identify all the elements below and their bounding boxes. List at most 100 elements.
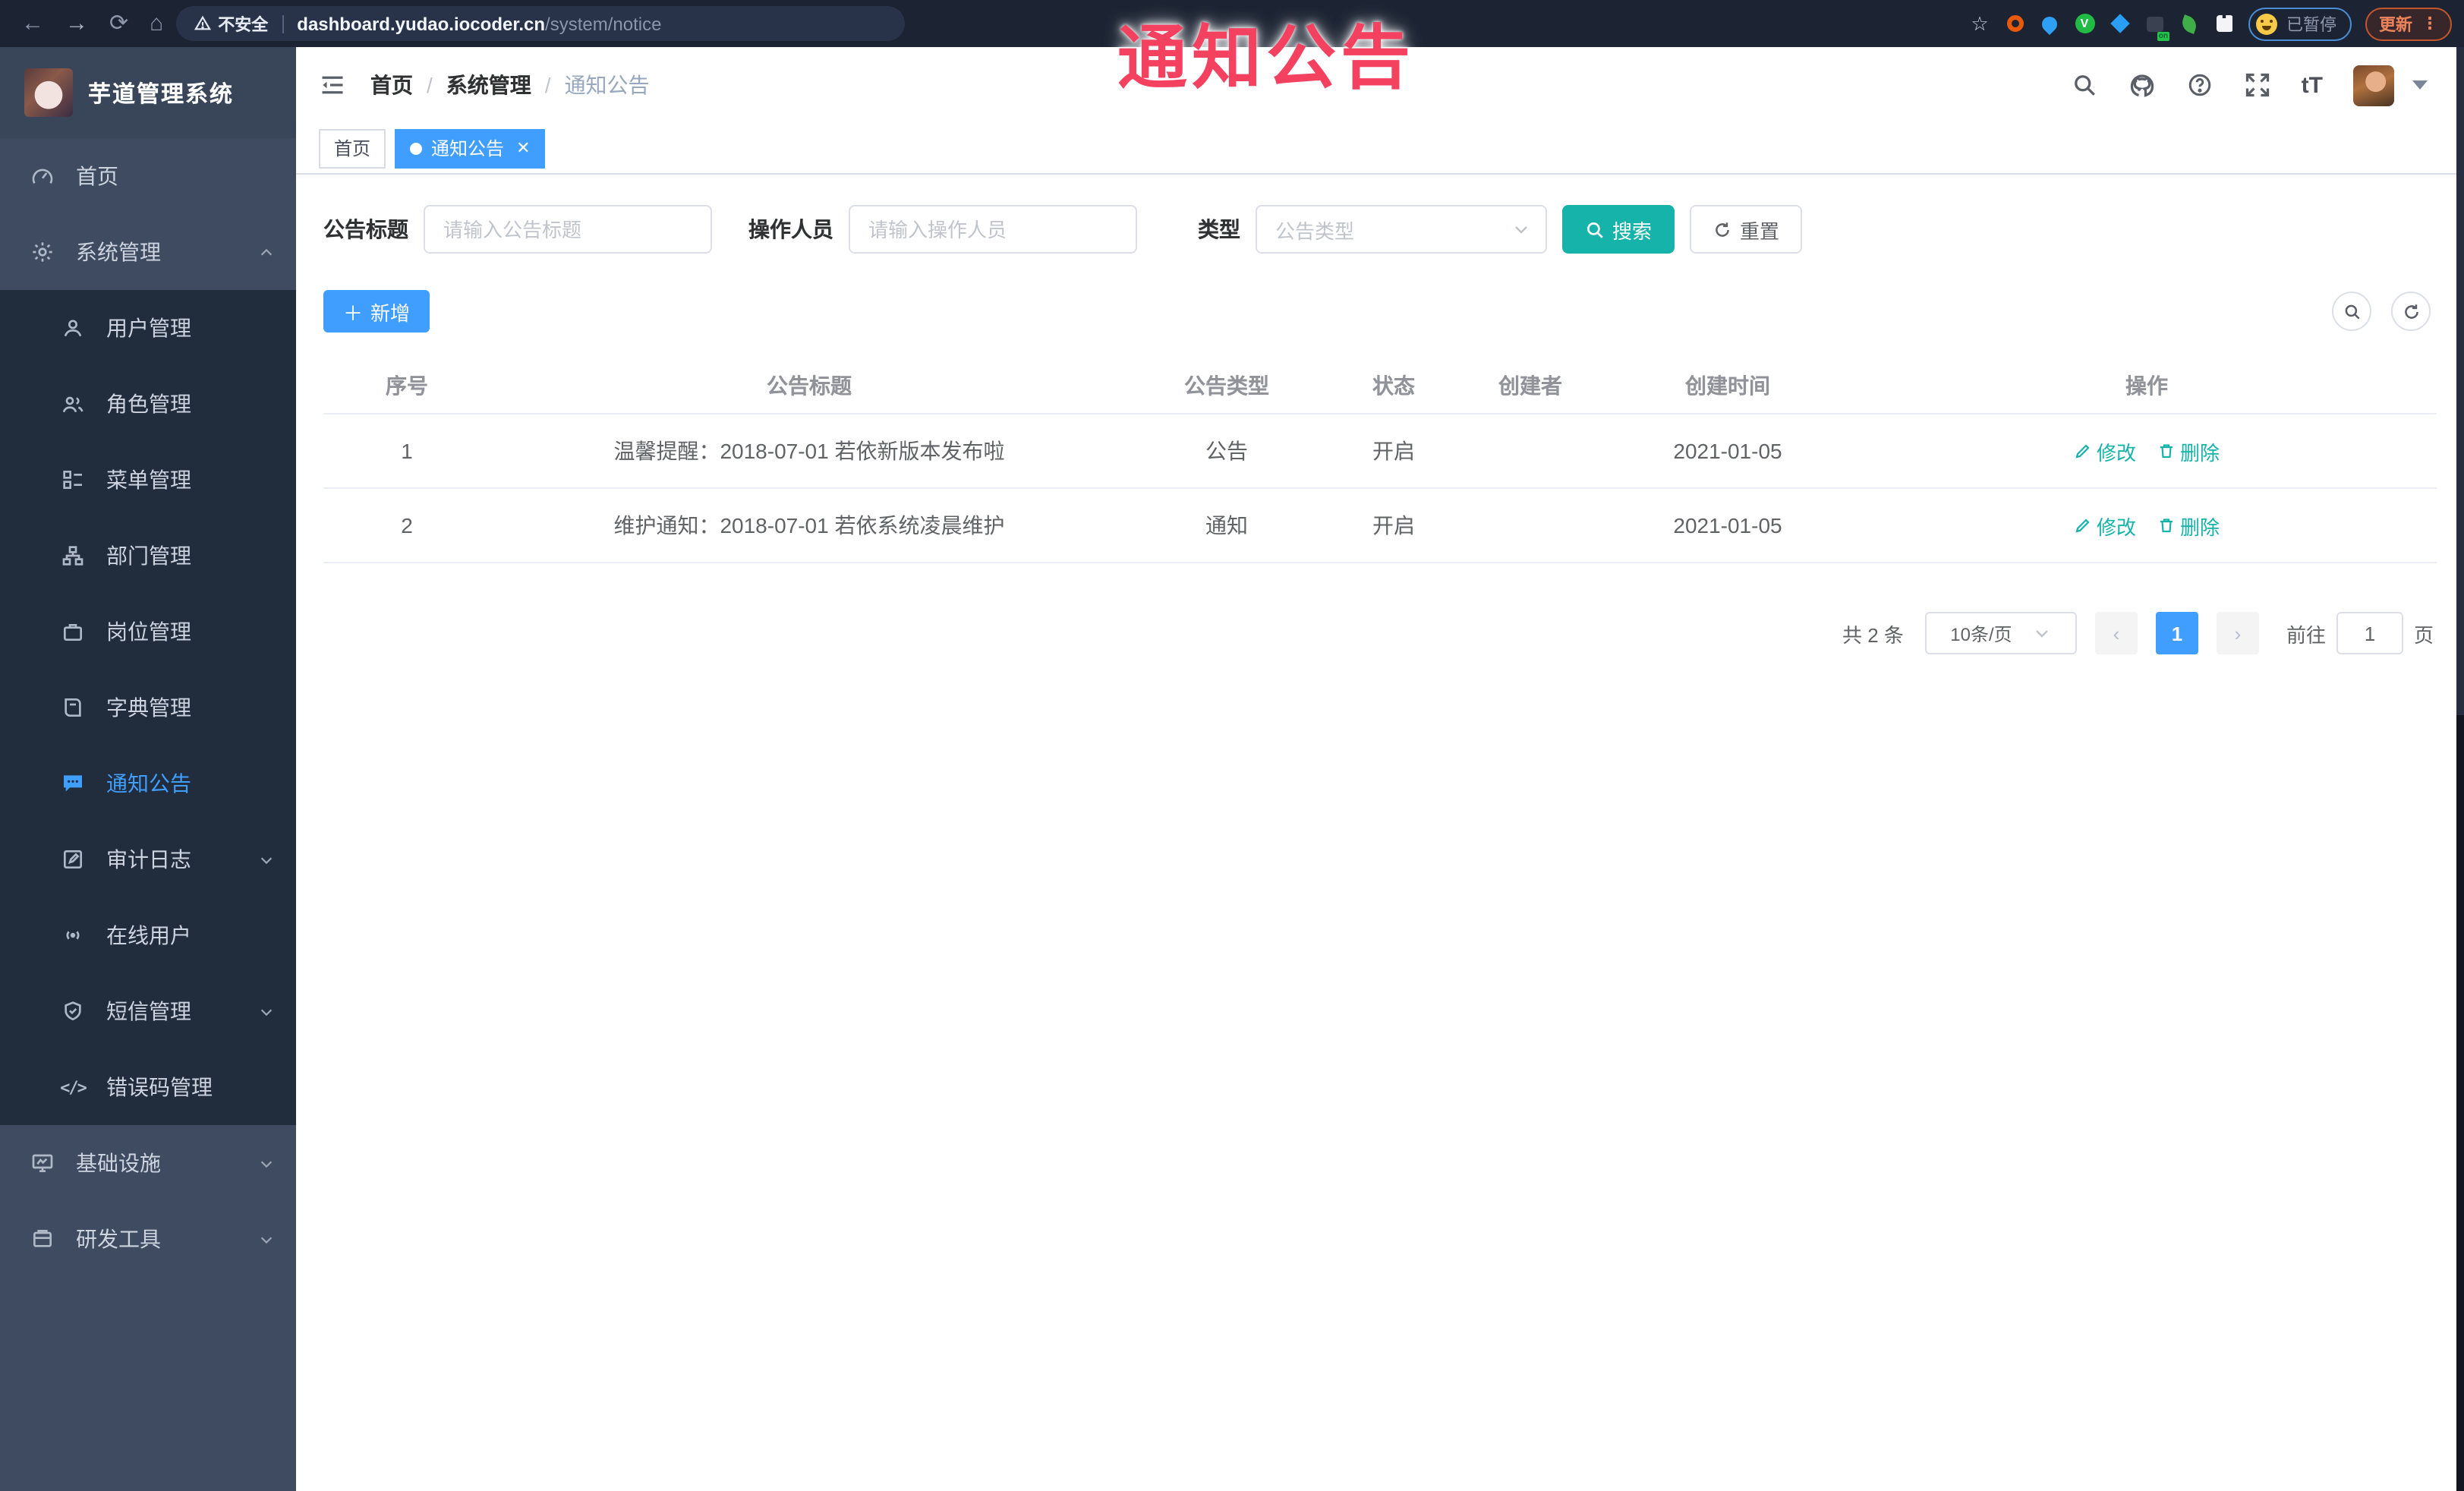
table-row[interactable]: 2 维护通知：2018-07-01 若依系统凌晨维护 通知 开启 2021-01… — [323, 489, 2437, 563]
sidebar-item-dict-mgmt[interactable]: 字典管理 — [0, 670, 296, 746]
font-size-icon[interactable]: tT — [2302, 72, 2323, 98]
annotation-overlay-text: 通知公告 — [1117, 18, 1415, 97]
sidebar-logo[interactable]: 芋道管理系统 — [0, 47, 296, 138]
sidebar-item-errcode-mgmt[interactable]: </> 错误码管理 — [0, 1049, 296, 1125]
plus-icon: ＋ — [343, 301, 364, 324]
sidebar-item-sms-mgmt[interactable]: 短信管理 — [0, 973, 296, 1049]
profile-paused-badge[interactable]: 已暂停 — [2248, 7, 2352, 40]
extension-drop-icon[interactable] — [2038, 12, 2061, 35]
extensions-puzzle-icon[interactable] — [2214, 13, 2235, 34]
notice-table: 序号 公告标题 公告类型 状态 创建者 创建时间 操作 1 温馨提醒：2018-… — [323, 357, 2437, 563]
security-warning[interactable]: 不安全 — [194, 11, 268, 36]
edit-link[interactable]: 修改 — [2074, 511, 2136, 540]
sidebar-item-notice[interactable]: 通知公告 — [0, 746, 296, 821]
edit-link[interactable]: 修改 — [2074, 437, 2136, 465]
extension-sql-icon[interactable]: on — [2144, 13, 2169, 40]
refresh-icon — [2404, 304, 2418, 318]
monitor-icon — [30, 1151, 55, 1175]
page-number-1[interactable]: 1 — [2155, 612, 2198, 654]
avatar-caret-icon[interactable] — [2412, 80, 2428, 90]
extension-leaf-icon[interactable] — [2179, 13, 2200, 34]
search-form: 公告标题 操作人员 类型 公告类型 搜索 重置 — [323, 205, 2437, 254]
refresh-table-button[interactable] — [2391, 292, 2431, 331]
tree-table-icon — [61, 468, 85, 492]
close-tab-icon[interactable]: ✕ — [516, 138, 530, 158]
dashboard-icon — [30, 164, 55, 188]
sidebar-item-post-mgmt[interactable]: 岗位管理 — [0, 594, 296, 670]
back-icon[interactable]: ← — [21, 12, 44, 35]
sidebar-item-online-users[interactable]: 在线用户 — [0, 897, 296, 973]
home-icon[interactable]: ⌂ — [150, 12, 163, 35]
tab-home[interactable]: 首页 — [319, 128, 386, 168]
breadcrumb-home[interactable]: 首页 — [370, 70, 413, 100]
address-bar[interactable]: 不安全 dashboard.yudao.iocoder.cn/system/no… — [175, 6, 905, 41]
browser-menu-icon[interactable]: ⋮ — [2421, 14, 2438, 33]
notice-title-label: 公告标题 — [323, 217, 408, 241]
chevron-down-icon — [1512, 220, 1530, 238]
forward-icon[interactable]: → — [65, 12, 88, 35]
search-icon[interactable] — [2071, 71, 2098, 99]
operator-input[interactable] — [849, 205, 1137, 254]
sidebar-item-infra[interactable]: 基础设施 — [0, 1125, 296, 1201]
user-icon — [61, 316, 85, 340]
sidebar-item-user-mgmt[interactable]: 用户管理 — [0, 290, 296, 366]
chevron-down-icon — [258, 1231, 275, 1247]
security-warning-text: 不安全 — [218, 16, 269, 34]
search-button[interactable]: 搜索 — [1562, 205, 1675, 254]
notice-title-input[interactable] — [424, 205, 712, 254]
sidebar-item-role-mgmt[interactable]: 角色管理 — [0, 366, 296, 442]
add-button[interactable]: ＋ 新增 — [323, 290, 430, 333]
notice-type-select[interactable]: 公告类型 — [1256, 205, 1547, 254]
book-icon — [61, 695, 85, 720]
extension-orange-icon[interactable] — [2004, 13, 2025, 34]
search-icon — [1586, 221, 1603, 238]
sidebar-item-menu-mgmt[interactable]: 菜单管理 — [0, 442, 296, 518]
delete-link[interactable]: 删除 — [2157, 437, 2220, 465]
delete-link[interactable]: 删除 — [2157, 511, 2220, 540]
browser-update-button[interactable]: 更新 ⋮ — [2365, 7, 2452, 40]
tab-notice[interactable]: 通知公告 ✕ — [395, 128, 546, 168]
sidebar-toggle-icon[interactable] — [319, 71, 346, 99]
sidebar-menu: 首页 系统管理 用户管理 角色管理 菜单管理 部门管理 岗位管理 字典管理 通知… — [0, 138, 296, 1491]
reset-button[interactable]: 重置 — [1690, 205, 1803, 254]
chevron-down-icon — [258, 1003, 275, 1020]
sidebar-item-system[interactable]: 系统管理 — [0, 214, 296, 290]
table-row[interactable]: 1 温馨提醒：2018-07-01 若依新版本发布啦 公告 开启 2021-01… — [323, 415, 2437, 489]
org-tree-icon — [61, 544, 85, 568]
search-icon — [2344, 304, 2359, 319]
extension-diamond-icon[interactable] — [2109, 13, 2130, 34]
suitcase-icon — [61, 619, 85, 644]
sidebar-item-devtools[interactable]: 研发工具 — [0, 1201, 296, 1277]
tags-view-bar: 首页 通知公告 ✕ — [296, 123, 2464, 175]
bookmark-star-icon[interactable]: ☆ — [1969, 11, 1990, 34]
breadcrumb-current: 通知公告 — [564, 73, 650, 97]
extension-vue-icon[interactable]: V — [2074, 13, 2095, 34]
url-text: dashboard.yudao.iocoder.cn/system/notice — [297, 13, 662, 34]
sidebar: 芋道管理系统 首页 系统管理 用户管理 角色管理 菜单管理 部门管理 岗位管理 … — [0, 47, 296, 1491]
table-tools — [2332, 292, 2431, 331]
browser-nav: ← → ⟳ ⌂ — [21, 12, 163, 35]
sidebar-item-audit-log[interactable]: 审计日志 — [0, 821, 296, 897]
toggle-search-button[interactable] — [2332, 292, 2371, 331]
fullscreen-icon[interactable] — [2244, 71, 2271, 99]
address-divider — [282, 14, 284, 33]
sidebar-item-home[interactable]: 首页 — [0, 138, 296, 214]
browser-extensions: ☆ V on 已暂停 更新 ⋮ — [1969, 0, 2452, 47]
github-icon[interactable] — [2128, 71, 2156, 99]
goto-page: 前往 页 — [2286, 612, 2434, 654]
page-scrollbar[interactable] — [2456, 47, 2464, 1491]
page-size-select[interactable]: 10条/页 — [1924, 612, 2077, 654]
goto-page-input[interactable] — [2336, 612, 2403, 654]
breadcrumb-system[interactable]: 系统管理 — [446, 70, 531, 100]
wrench-icon — [30, 1227, 55, 1251]
prev-page-button[interactable]: ‹ — [2094, 612, 2138, 654]
scrollbar-thumb[interactable] — [2456, 47, 2464, 715]
reload-icon[interactable]: ⟳ — [109, 12, 128, 35]
help-icon[interactable] — [2186, 71, 2214, 99]
sidebar-item-dept-mgmt[interactable]: 部门管理 — [0, 518, 296, 594]
next-page-button[interactable]: › — [2216, 612, 2259, 654]
paused-label: 已暂停 — [2286, 16, 2336, 34]
avatar[interactable] — [2353, 65, 2394, 106]
warning-icon — [194, 15, 211, 30]
chevron-down-icon — [258, 851, 275, 868]
